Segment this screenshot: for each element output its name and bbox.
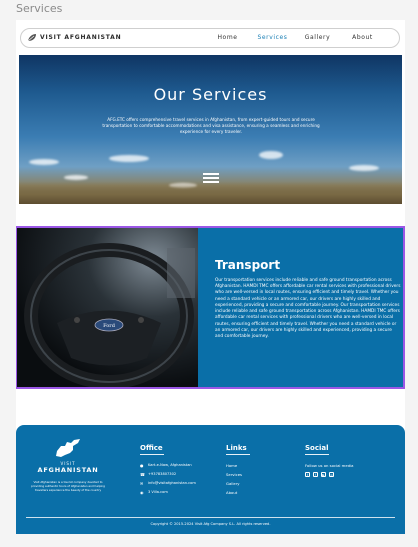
office-email[interactable]: ✉ info@visitafghanistan.com	[140, 479, 196, 488]
footer-divider	[26, 517, 395, 518]
transport-description: Our transportation services include reli…	[215, 278, 401, 339]
youtube-icon[interactable]: ▶	[321, 472, 326, 477]
office-underline	[140, 454, 164, 455]
phone-icon: ☎	[140, 472, 145, 477]
leaf-logo-icon	[27, 34, 36, 42]
office-address-text: Kart-e-Naw, Afghanistan	[148, 463, 192, 467]
footer: VISIT AFGHANISTAN Visit Afghanistan is a…	[16, 425, 405, 534]
globe-icon: ◉	[140, 490, 144, 495]
office-title: Office	[140, 444, 163, 452]
transport-title: Transport	[215, 258, 281, 272]
office-website-text: 3 Villa.com	[148, 490, 168, 494]
nav-links: Home Services Gallery About	[205, 34, 385, 41]
hero-description: AFG.ETC offers comprehensive travel serv…	[102, 117, 320, 135]
frame-title: Services	[16, 2, 63, 15]
links-underline	[226, 454, 250, 455]
menu-icon[interactable]	[203, 173, 219, 185]
social-title: Social	[305, 444, 329, 452]
steering-wheel-image: Ford	[17, 228, 198, 387]
nav-link-gallery[interactable]: Gallery	[295, 34, 340, 41]
footer-brand: VISIT AFGHANISTAN Visit Afghanistan is a…	[28, 437, 108, 492]
facebook-icon[interactable]: f	[313, 472, 318, 477]
transport-content: Transport Our transportation services in…	[215, 258, 401, 340]
logo-text: VISIT AFGHANISTAN	[40, 34, 122, 41]
afghanistan-map-icon	[56, 439, 80, 457]
footer-office: Office ● Kart-e-Naw, Afghanistan ☎ +9378…	[140, 444, 196, 497]
social-icons: t f ▶ ◎	[305, 472, 354, 477]
hero-banner: Our Services AFG.ETC offers comprehensiv…	[19, 55, 402, 204]
footer-link-home[interactable]: Home	[226, 461, 250, 470]
nav-link-services[interactable]: Services	[250, 34, 295, 41]
office-address: ● Kart-e-Naw, Afghanistan	[140, 461, 196, 470]
links-title: Links	[226, 444, 247, 452]
nav-link-home[interactable]: Home	[205, 34, 250, 41]
office-phone-text: +93783807302	[148, 472, 177, 476]
mail-icon: ✉	[140, 481, 144, 486]
office-website[interactable]: ◉ 3 Villa.com	[140, 488, 196, 497]
office-phone[interactable]: ☎ +93783807302	[140, 470, 196, 479]
twitter-icon[interactable]: t	[305, 472, 310, 477]
page: VISIT AFGHANISTAN Home Services Gallery …	[16, 20, 405, 534]
hero-title: Our Services	[153, 85, 268, 104]
footer-brand-description: Visit Afghanistan is a tourist company d…	[31, 480, 105, 493]
navbar: VISIT AFGHANISTAN Home Services Gallery …	[20, 28, 400, 48]
footer-link-services[interactable]: Services	[226, 470, 250, 479]
footer-copyright: Copyright © 2015-2024 Visit Afg Company …	[150, 522, 271, 526]
footer-brand-name: AFGHANISTAN	[37, 466, 99, 474]
nav-link-about[interactable]: About	[340, 34, 385, 41]
footer-links: Links Home Services Gallery About	[226, 444, 250, 497]
footer-link-gallery[interactable]: Gallery	[226, 479, 250, 488]
social-underline	[305, 454, 329, 455]
transport-card: Ford Transport Our transportation servic…	[16, 226, 405, 389]
social-subtitle: Follow us on social media	[305, 463, 354, 468]
office-email-text: info@visitafghanistan.com	[148, 481, 196, 485]
location-icon: ●	[140, 463, 144, 468]
logo[interactable]: VISIT AFGHANISTAN	[27, 33, 121, 42]
instagram-icon[interactable]: ◎	[329, 472, 334, 477]
svg-text:Ford: Ford	[103, 323, 116, 329]
footer-social: Social Follow us on social media t f ▶ ◎	[305, 444, 354, 477]
footer-link-about[interactable]: About	[226, 488, 250, 497]
